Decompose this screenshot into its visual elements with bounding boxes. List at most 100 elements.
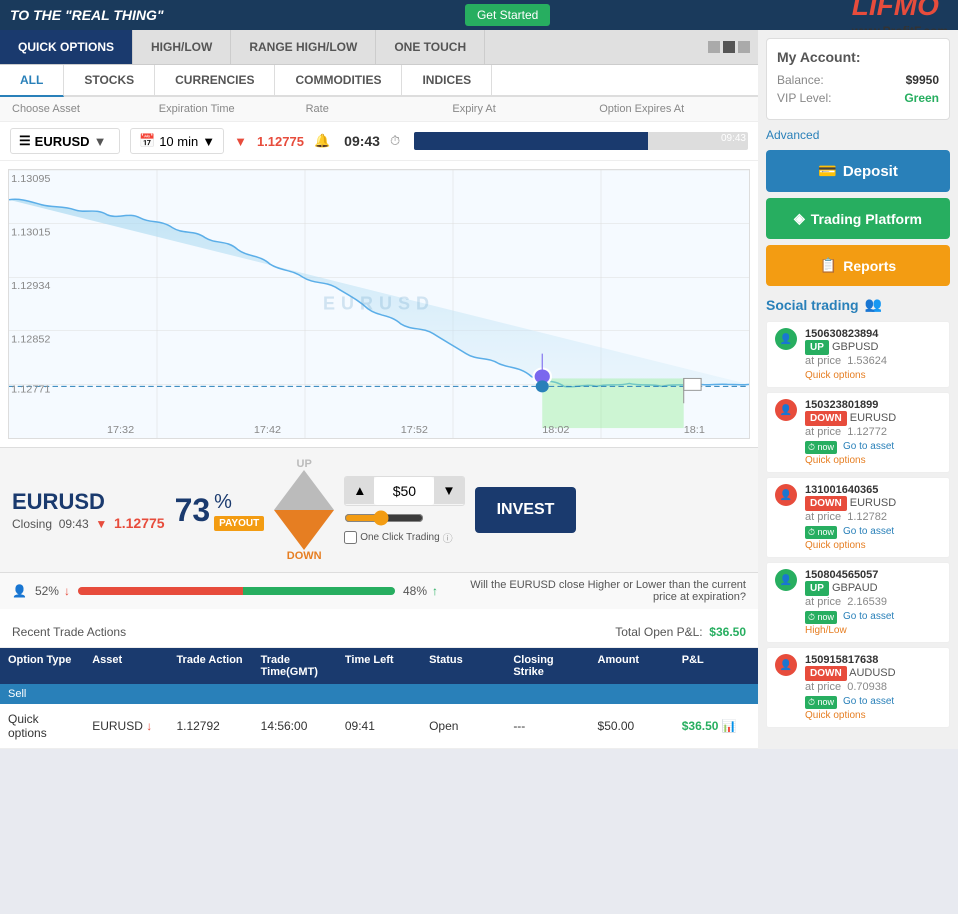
one-click-info-icon: ⓘ — [443, 530, 453, 545]
cat-stocks[interactable]: STOCKS — [64, 65, 155, 95]
sentiment-right-pct: 48% ↑ — [403, 584, 438, 598]
row-amount: $50.00 — [590, 711, 674, 741]
social-id-0: 150630823894 — [805, 328, 887, 340]
svg-text:1.12771: 1.12771 — [11, 385, 51, 395]
deposit-button[interactable]: 💳 Deposit — [766, 150, 950, 192]
table-header: Option Type Asset Trade Action Trade Tim… — [0, 648, 758, 684]
tab-range-high-low[interactable]: RANGE HIGH/LOW — [231, 30, 376, 64]
social-dir-0: UP — [805, 340, 829, 355]
goto-asset-4[interactable]: Go to asset — [843, 696, 894, 709]
vip-value: Green — [904, 91, 939, 105]
table-subrow: Sell — [0, 684, 758, 704]
col-status: Status — [421, 648, 505, 684]
goto-asset-2[interactable]: Go to asset — [843, 526, 894, 539]
svg-text:18:02: 18:02 — [542, 425, 569, 435]
social-item-3: 👤 150804565057 UP GBPAUD at price 2.1653… — [766, 562, 950, 643]
svg-text:1.12934: 1.12934 — [11, 281, 51, 291]
advanced-link[interactable]: Advanced — [766, 128, 950, 142]
trade-info: Closing 09:43 ▼ 1.12775 — [12, 515, 165, 531]
reports-label: Reports — [843, 258, 896, 274]
amount-input[interactable] — [374, 477, 434, 505]
expiry-time: 09:43 — [344, 133, 380, 149]
cat-indices[interactable]: INDICES — [402, 65, 492, 95]
balance-label: Balance: — [777, 73, 824, 87]
up-arrow-sent: ↑ — [432, 584, 438, 598]
social-asset-4: DOWN AUDUSD — [805, 666, 896, 681]
svg-text:1.13095: 1.13095 — [11, 174, 51, 184]
up-pct: 48% — [403, 584, 427, 598]
cat-all[interactable]: ALL — [0, 65, 64, 97]
asset-selector[interactable]: ☰ EURUSD ▼ — [10, 128, 120, 154]
amount-section: ▲ ▼ One Click Trading ⓘ — [344, 476, 464, 545]
amount-increase-button[interactable]: ▼ — [434, 477, 463, 504]
row-pl: $36.50 📊 — [674, 711, 758, 741]
col-closing-strike: Closing Strike — [505, 648, 589, 684]
social-link-1[interactable]: Quick options — [805, 455, 866, 466]
social-link-2[interactable]: Quick options — [805, 540, 866, 551]
expiry-selector[interactable]: 📅 10 min ▼ — [130, 128, 224, 154]
asset-down-arrow: ↓ — [146, 719, 152, 733]
social-id-1: 150323801899 — [805, 399, 896, 411]
grid-view-icon[interactable] — [708, 41, 720, 53]
recent-actions: Recent Trade Actions Total Open P&L: $36… — [0, 617, 758, 749]
people-icon: 👥 — [865, 296, 882, 313]
asset-text: EURUSD — [92, 719, 143, 733]
sentiment-green — [243, 587, 395, 595]
asset-dropdown-arrow: ▼ — [94, 134, 107, 149]
social-link-0[interactable]: Quick options — [805, 370, 866, 381]
asset-row: ☰ EURUSD ▼ 📅 10 min ▼ ▼ 1.12775 🔔 09:43 … — [0, 122, 758, 161]
total-pl-value: $36.50 — [709, 625, 746, 639]
trade-rate: 1.12775 — [114, 515, 165, 531]
list-view-icon[interactable] — [723, 41, 735, 53]
one-click-checkbox[interactable] — [344, 531, 357, 544]
amount-decrease-button[interactable]: ▲ — [345, 477, 374, 504]
avatar-4: 👤 — [775, 654, 797, 676]
table-row: Quick options EURUSD ↓ 1.12792 14:56:00 … — [0, 704, 758, 749]
down-arrow-shape[interactable] — [274, 510, 334, 550]
cat-commodities[interactable]: COMMODITIES — [275, 65, 402, 95]
social-link-4[interactable]: Quick options — [805, 710, 866, 721]
down-label: DOWN — [274, 550, 334, 562]
social-price-1: at price 1.12772 — [805, 426, 896, 438]
social-id-3: 150804565057 — [805, 569, 894, 581]
get-started-button[interactable]: Get Started — [465, 4, 550, 26]
reports-button[interactable]: 📋 Reports — [766, 245, 950, 286]
banner-text: TO THE "REAL THING" — [10, 7, 164, 23]
social-link-3[interactable]: High/Low — [805, 625, 847, 636]
svg-text:17:52: 17:52 — [401, 425, 428, 435]
expiry-at-label: Expiry At — [452, 103, 599, 115]
expiry-value: 10 min — [159, 134, 198, 149]
social-item-1: 👤 150323801899 DOWN EURUSD at price 1.12… — [766, 392, 950, 473]
tab-high-low[interactable]: HIGH/LOW — [133, 30, 231, 64]
chart-icon[interactable]: 📊 — [722, 719, 737, 733]
asset-labels-row: Choose Asset Expiration Time Rate Expiry… — [0, 97, 758, 122]
closing-label: Closing — [12, 517, 52, 531]
amount-slider[interactable] — [344, 510, 424, 526]
progress-fill — [414, 132, 648, 150]
avatar-2: 👤 — [775, 484, 797, 506]
svg-text:18:1: 18:1 — [684, 425, 705, 435]
trading-platform-button[interactable]: ◈ Trading Platform — [766, 198, 950, 239]
tab-quick-options[interactable]: QUICK OPTIONS — [0, 30, 133, 64]
goto-asset-1[interactable]: Go to asset — [843, 441, 894, 454]
social-item-4: 👤 150915817638 DOWN AUDUSD at price 0.70… — [766, 647, 950, 728]
cat-currencies[interactable]: CURRENCIES — [155, 65, 275, 95]
row-time-left: 09:41 — [337, 711, 421, 741]
goto-asset-3[interactable]: Go to asset — [843, 611, 894, 624]
payout-symbol: % — [214, 491, 232, 513]
balance-value: $9950 — [906, 73, 939, 87]
up-arrow-shape[interactable] — [274, 470, 334, 510]
tab-one-touch[interactable]: ONE TOUCH — [376, 30, 485, 64]
detail-view-icon[interactable] — [738, 41, 750, 53]
subrow-sell: Sell — [0, 684, 758, 704]
social-asset-1: DOWN EURUSD — [805, 411, 896, 426]
col-asset: Asset — [84, 648, 168, 684]
invest-button[interactable]: INVEST — [475, 487, 577, 533]
asset-list-icon: ☰ — [19, 133, 31, 149]
social-price-2: at price 1.12782 — [805, 511, 896, 523]
social-price-4: at price 0.70938 — [805, 681, 896, 693]
chart-area: 1.13095 1.13015 1.12934 1.12852 1.12771 … — [8, 169, 750, 439]
now-badge-1: ⏱ now — [805, 441, 837, 454]
updown-section: UP DOWN — [274, 458, 334, 562]
recent-title: Recent Trade Actions — [12, 625, 126, 639]
